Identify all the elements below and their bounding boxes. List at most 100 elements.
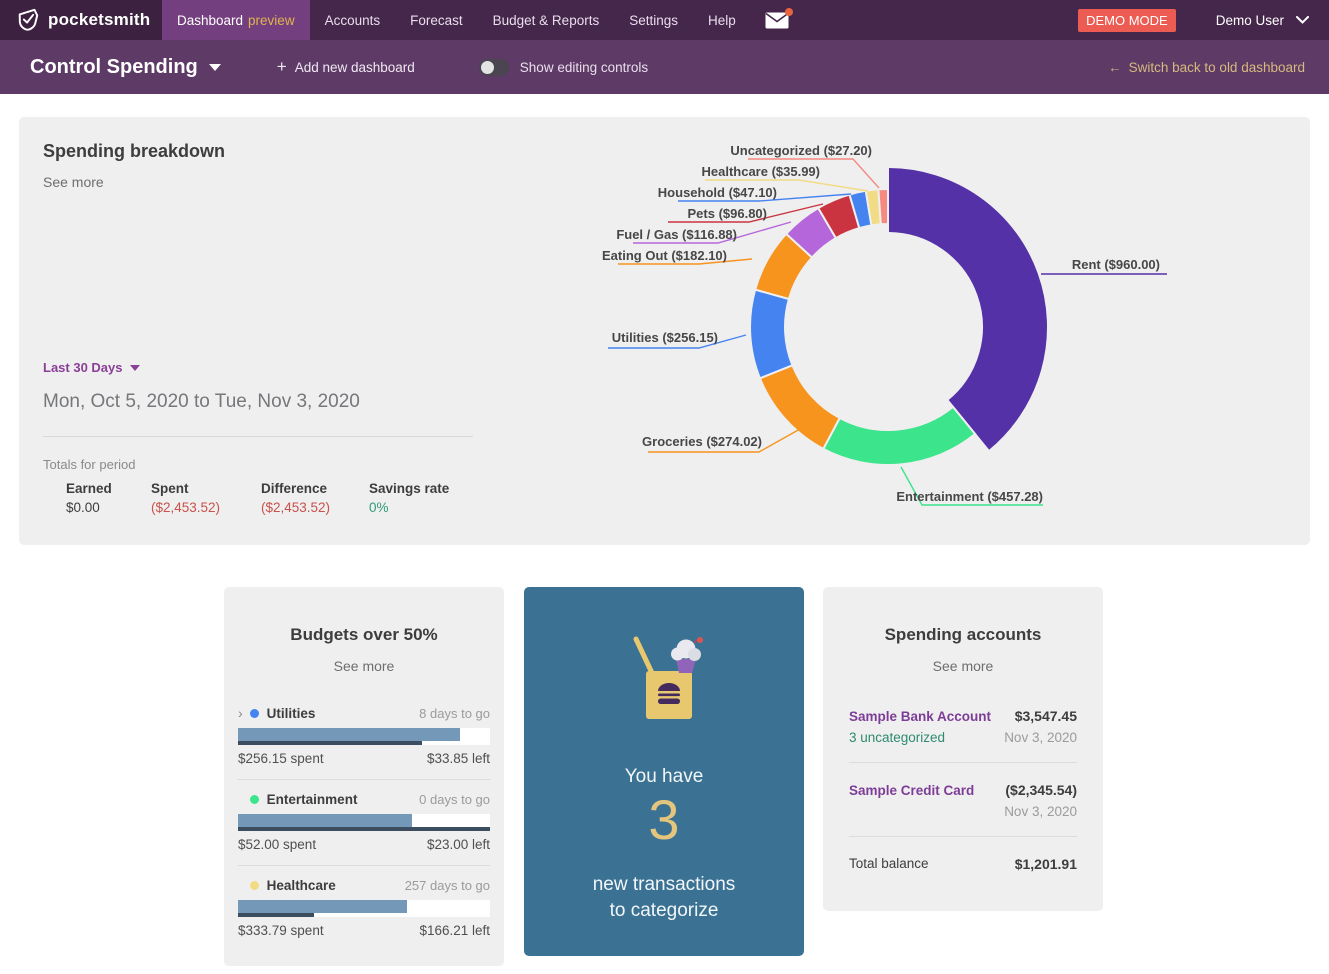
donut-segment-uncategorized[interactable]: [878, 189, 888, 224]
account-date: Nov 3, 2020: [1004, 730, 1077, 745]
category-color-dot: [250, 881, 259, 890]
account-row-bank: Sample Bank Account $3,547.45 3 uncatego…: [849, 708, 1077, 763]
shield-check-logo-icon: [16, 8, 40, 32]
budget-rows: › Utilities 8 days to go $256.15 spent $…: [238, 694, 490, 951]
account-balance: ($2,345.54): [1005, 782, 1077, 798]
budget-progress-fill: [238, 814, 412, 827]
budget-days-to-go: 8 days to go: [419, 706, 490, 721]
transactions-line3: to categorize: [524, 900, 804, 922]
spending-donut-chart: Rent ($960.00) Entertainment ($457.28) Gro…: [19, 117, 1310, 545]
budgets-card-title: Budgets over 50%: [238, 625, 490, 645]
inbox-mail-icon[interactable]: [765, 0, 789, 40]
chevron-right-icon[interactable]: ›: [238, 705, 243, 721]
dashboard-title: Control Spending: [30, 56, 198, 79]
spending-breakdown-card: Spending breakdown See more Last 30 Days…: [19, 117, 1310, 545]
nav-item-dashboard-label: Dashboard: [177, 13, 243, 28]
notification-dot: [785, 8, 793, 16]
nav-item-help[interactable]: Help: [693, 0, 751, 40]
chart-label: Healthcare ($35.99): [701, 164, 820, 179]
add-new-dashboard-label: Add new dashboard: [295, 60, 415, 75]
budget-category-name: Entertainment: [267, 792, 358, 807]
chart-label: Utilities ($256.15): [612, 330, 718, 345]
editing-controls-group: Show editing controls: [479, 59, 648, 76]
account-name-link[interactable]: Sample Bank Account: [849, 709, 991, 724]
account-name-link[interactable]: Sample Credit Card: [849, 783, 974, 798]
top-navbar: pocketsmith Dashboard preview Accounts F…: [0, 0, 1329, 40]
chart-label: Pets ($96.80): [688, 206, 768, 221]
budget-days-to-go: 257 days to go: [405, 878, 490, 893]
category-color-dot: [250, 795, 259, 804]
account-row-credit-card: Sample Credit Card ($2,345.54) Nov 3, 20…: [849, 763, 1077, 837]
budget-left-amount: $33.85 left: [427, 751, 490, 766]
accounts-see-more-link[interactable]: See more: [849, 658, 1077, 674]
budget-row-healthcare: › Healthcare 257 days to go $333.79 spen…: [238, 866, 490, 951]
back-arrow-icon: ←: [1108, 60, 1122, 75]
total-balance-label: Total balance: [849, 856, 929, 872]
pocketsmith-logo[interactable]: pocketsmith: [0, 0, 162, 40]
add-new-dashboard-button[interactable]: + Add new dashboard: [277, 57, 415, 77]
transactions-line1: You have: [524, 766, 804, 788]
dropdown-triangle-icon: [209, 64, 221, 71]
account-balance: $3,547.45: [1015, 708, 1077, 724]
toggle-knob: [481, 61, 494, 74]
account-date: Nov 3, 2020: [1004, 804, 1077, 819]
uncategorized-link[interactable]: 3 uncategorized: [849, 730, 945, 745]
total-balance-value: $1,201.91: [1015, 856, 1077, 872]
switch-old-dashboard-label: Switch back to old dashboard: [1129, 60, 1305, 75]
budget-left-amount: $23.00 left: [427, 837, 490, 852]
chart-label: Uncategorized ($27.20): [730, 143, 872, 158]
budgets-see-more-link[interactable]: See more: [238, 658, 490, 674]
budget-progress-bar: [238, 814, 490, 831]
switch-old-dashboard-link[interactable]: ← Switch back to old dashboard: [1108, 60, 1305, 75]
nav-item-dashboard-preview-label: preview: [248, 13, 295, 28]
show-editing-controls-label: Show editing controls: [520, 60, 648, 75]
transactions-count: 3: [524, 792, 804, 848]
budget-left-amount: $166.21 left: [419, 923, 490, 938]
donut-segment-utilities[interactable]: [750, 290, 792, 379]
brand-name: pocketsmith: [48, 10, 150, 30]
donut-segment-entertainment[interactable]: [823, 407, 975, 465]
budget-progress-bar: [238, 900, 490, 917]
transactions-line2: new transactions: [524, 874, 804, 896]
dashboard-title-dropdown[interactable]: Control Spending: [30, 56, 221, 79]
nav-item-budget-reports[interactable]: Budget & Reports: [478, 0, 615, 40]
budget-progress-fill: [238, 900, 407, 913]
accounts-card-title: Spending accounts: [849, 625, 1077, 645]
budget-time-elapsed-marker: [238, 827, 490, 831]
dashboard-control-bar: Control Spending + Add new dashboard Sho…: [0, 40, 1329, 94]
budget-progress-bar: [238, 728, 490, 745]
nav-item-accounts[interactable]: Accounts: [310, 0, 396, 40]
account-rows: Sample Bank Account $3,547.45 3 uncatego…: [849, 708, 1077, 872]
category-color-dot: [250, 709, 259, 718]
chevron-down-icon[interactable]: [1296, 16, 1309, 24]
plus-icon: +: [277, 57, 287, 77]
user-menu[interactable]: Demo User: [1216, 13, 1284, 28]
budget-progress-fill: [238, 728, 460, 741]
donut-segment-groceries[interactable]: [760, 365, 840, 449]
nav-item-forecast[interactable]: Forecast: [395, 0, 478, 40]
chart-label: Household ($47.10): [658, 185, 777, 200]
spending-accounts-card: Spending accounts See more Sample Bank A…: [823, 587, 1103, 911]
budget-time-elapsed-marker: [238, 741, 422, 745]
nav-item-dashboard[interactable]: Dashboard preview: [162, 0, 310, 40]
chart-label: Rent ($960.00): [1072, 257, 1160, 272]
chart-label: Groceries ($274.02): [642, 434, 762, 449]
budgets-over-50-card: Budgets over 50% See more › Utilities 8 …: [224, 587, 504, 966]
chart-label: Fuel / Gas ($116.88): [616, 227, 737, 242]
demo-mode-badge: DEMO MODE: [1078, 9, 1176, 32]
nav-item-settings[interactable]: Settings: [614, 0, 693, 40]
new-transactions-card[interactable]: You have 3 new transactions to categoriz…: [524, 587, 804, 956]
budget-spent-amount: $333.79 spent: [238, 923, 324, 938]
show-editing-controls-toggle[interactable]: [479, 59, 509, 76]
navbar-right-group: DEMO MODE Demo User: [1078, 0, 1329, 40]
total-balance-row: Total balance $1,201.91: [849, 837, 1077, 872]
chart-label: Entertainment ($457.28): [896, 489, 1043, 504]
chart-label: Eating Out ($182.10): [602, 248, 727, 263]
donut-segment-rent[interactable]: [888, 167, 1048, 451]
budget-row-utilities: › Utilities 8 days to go $256.15 spent $…: [238, 694, 490, 780]
budget-spent-amount: $256.15 spent: [238, 751, 324, 766]
budget-spent-amount: $52.00 spent: [238, 837, 316, 852]
budget-category-name: Healthcare: [267, 878, 336, 893]
budget-time-elapsed-marker: [238, 913, 314, 917]
pocketsmith-dashboard-page: pocketsmith Dashboard preview Accounts F…: [0, 0, 1329, 974]
